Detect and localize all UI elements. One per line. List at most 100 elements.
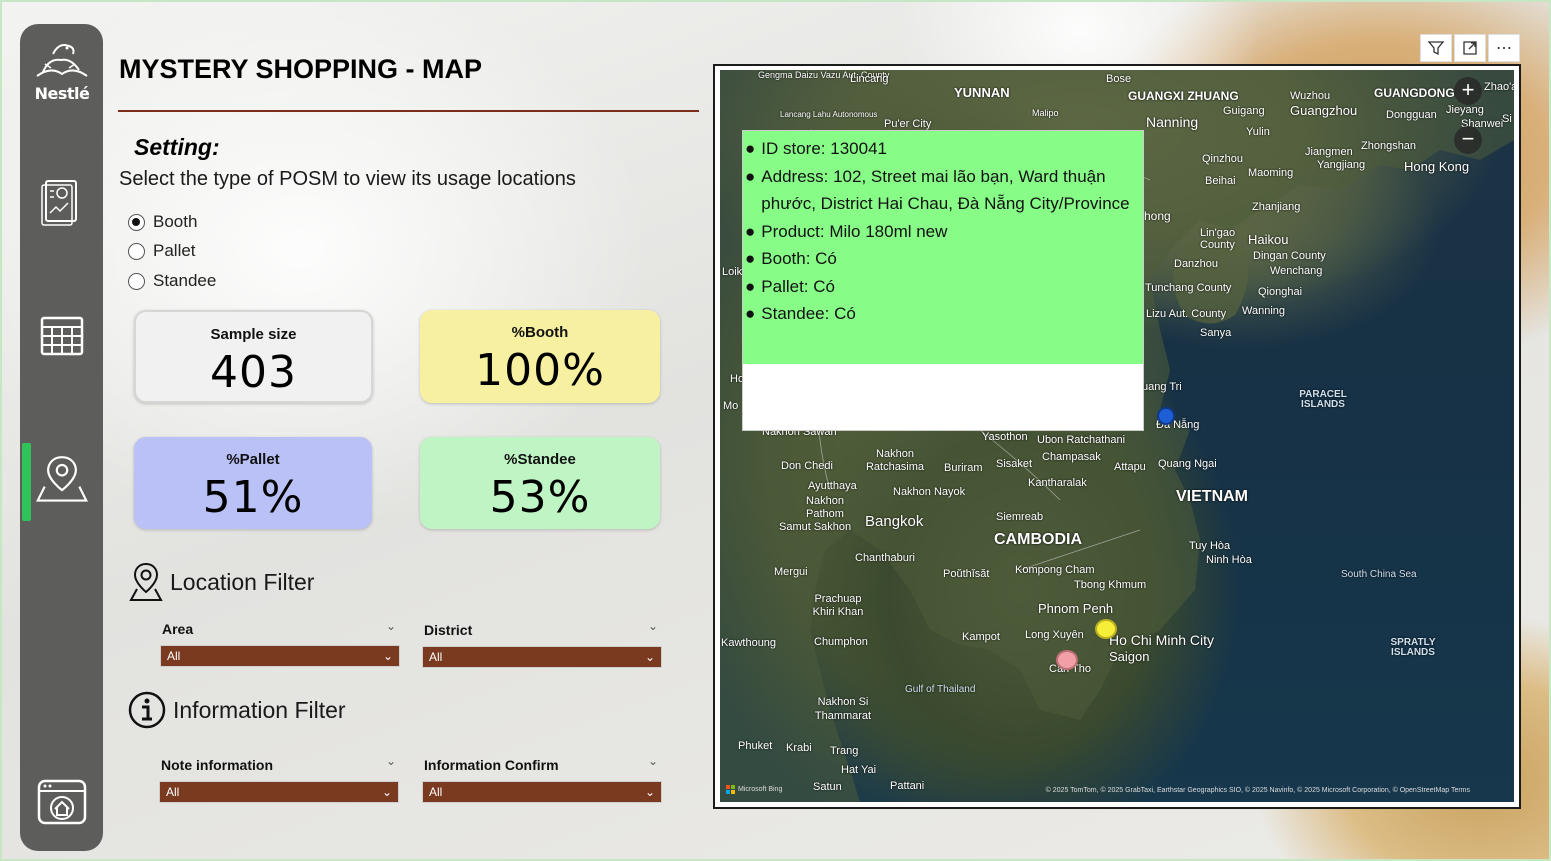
store-pin-hcm[interactable] xyxy=(1095,619,1117,639)
nav-active-indicator xyxy=(22,443,31,521)
radio-option-pallet[interactable]: Pallet xyxy=(128,241,196,261)
radio-option-booth[interactable]: Booth xyxy=(128,212,197,232)
map-label-lancang: Lancang Lahu Autonomous xyxy=(780,110,878,119)
tooltip-address: Address: 102, Street mai lão bạn, Ward t… xyxy=(761,166,1130,214)
map-label-southchinasea: South China Sea xyxy=(1341,569,1417,580)
kpi-label: %Booth xyxy=(511,324,569,341)
chevron-down-icon[interactable]: ⌄ xyxy=(648,619,658,633)
tooltip-booth: Booth: Có xyxy=(761,249,837,268)
area-dropdown[interactable]: All ⌄ xyxy=(160,645,400,667)
map-label-lingao: Lin'gao County xyxy=(1200,227,1236,251)
nav-table[interactable] xyxy=(36,310,88,362)
kpi-label: %Standee xyxy=(504,451,576,468)
map-label-kantharalak: Kantharalak xyxy=(1028,477,1087,489)
map-label-kompongcham: Kompong Cham xyxy=(1015,564,1095,576)
map-label-yulin: Yulin xyxy=(1246,126,1270,138)
map-label-buriram: Buriram xyxy=(944,462,983,474)
radio-label: Pallet xyxy=(153,241,196,260)
map-label-beihai: Beihai xyxy=(1205,175,1236,187)
map-label-guangdong: GUANGDONG xyxy=(1374,86,1455,100)
radio-button[interactable] xyxy=(128,272,145,290)
map-label-maoming: Maoming xyxy=(1248,167,1294,179)
map-label-ubon: Ubon Ratchathani xyxy=(1037,434,1126,446)
more-options-icon[interactable]: ⋯ xyxy=(1488,34,1520,62)
information-filter-title: Information Filter xyxy=(173,696,346,723)
tooltip-line: ● ID store: 130041 xyxy=(745,135,1141,163)
nav-report[interactable] xyxy=(36,176,88,228)
map-label-mergui: Mergui xyxy=(774,566,808,578)
map-label-yasothon: Yasothon xyxy=(982,431,1028,443)
bing-logo: Microsoft Bing xyxy=(726,785,782,794)
radio-option-standee[interactable]: Standee xyxy=(128,271,216,291)
kpi-card-standee: %Standee 53% xyxy=(420,437,660,529)
tooltip-content: ● ID store: 130041 ● Address: 102, Street … xyxy=(743,131,1143,364)
sidebar: Nestlé xyxy=(20,24,103,851)
map-label-sisaket: Sisaket xyxy=(996,458,1033,470)
tooltip-line: ● Standee: Có xyxy=(745,300,1141,328)
map-label-satun: Satun xyxy=(813,781,842,793)
kpi-value: 51% xyxy=(202,472,304,523)
home-window-icon xyxy=(37,779,87,825)
kpi-label: Sample size xyxy=(210,326,297,343)
district-dropdown[interactable]: All ⌄ xyxy=(422,646,662,668)
map-label-prachuap: Prachuap Khiri Khan xyxy=(812,593,864,618)
map-label-puer: Pu'er City xyxy=(884,118,932,130)
map-label-zhao: Zhao'a xyxy=(1484,81,1514,93)
kpi-value: 53% xyxy=(489,472,591,523)
map-label-jieyang: Jieyang xyxy=(1446,104,1484,116)
nestle-logo[interactable]: Nestlé xyxy=(28,36,96,118)
setting-description: Select the type of POSM to view its usag… xyxy=(119,168,576,190)
chevron-down-icon: ⌄ xyxy=(644,785,655,799)
nav-home[interactable] xyxy=(36,776,88,828)
zoom-in-button[interactable]: + xyxy=(1454,77,1482,105)
note-information-value: All xyxy=(166,785,180,799)
chevron-down-icon[interactable]: ⌄ xyxy=(386,754,396,768)
store-pin-cantho[interactable] xyxy=(1056,650,1078,670)
map-label-lincang: Lincang xyxy=(850,73,889,85)
chevron-down-icon[interactable]: ⌄ xyxy=(648,754,658,768)
radio-label: Standee xyxy=(153,271,217,290)
focus-mode-icon[interactable] xyxy=(1454,34,1486,62)
note-information-label: Note information xyxy=(161,757,273,773)
map-label-siemreab: Siemreab xyxy=(996,511,1044,523)
map-label-samut: Samut Sakhon xyxy=(779,521,852,533)
map-label-sanya: Sanya xyxy=(1200,327,1232,339)
map-label-longxuyen: Long Xuyên xyxy=(1025,629,1084,641)
map-label-ninhhoa: Ninh Hòa xyxy=(1206,554,1252,566)
map-label-danzhou: Danzhou xyxy=(1174,258,1219,270)
map-label-hong: hong xyxy=(1144,209,1171,223)
map-label-gulf: Gulf of Thailand xyxy=(905,684,976,695)
setting-label: Setting: xyxy=(134,134,220,160)
map-label-dingan: Dingan County xyxy=(1253,250,1326,262)
map-label-haikou: Haikou xyxy=(1248,232,1289,247)
map-label-vietnam: VIETNAM xyxy=(1176,488,1248,505)
chevron-down-icon: ⌄ xyxy=(381,785,392,799)
map-label-zhongshan: Zhongshan xyxy=(1361,140,1417,152)
kpi-value: 403 xyxy=(210,347,297,398)
filter-icon[interactable] xyxy=(1420,34,1452,62)
map-label-mo: Mo xyxy=(723,400,739,412)
map-attribution[interactable]: © 2025 TomTom, © 2025 GrabTaxi, Earthsta… xyxy=(1046,787,1470,794)
tooltip-line: ● Pallet: Có xyxy=(745,273,1141,301)
nav-map[interactable] xyxy=(36,452,88,504)
information-confirm-dropdown[interactable]: All ⌄ xyxy=(422,781,662,803)
map-label-attapu: Attapu xyxy=(1114,461,1146,473)
location-pin-icon xyxy=(129,562,163,601)
tooltip-line: ● Address: 102, Street mai lão bạn, Ward … xyxy=(745,163,1141,218)
map-label-lizu: Lizu Aut. County xyxy=(1146,308,1227,320)
radio-button[interactable] xyxy=(128,242,145,260)
area-label: Area xyxy=(162,621,194,637)
store-pin-danang[interactable] xyxy=(1157,407,1175,425)
map-label-bose: Bose xyxy=(1106,73,1132,85)
map-label-qionghai: Qionghai xyxy=(1258,286,1303,298)
map-label-yangjiang: Yangjiang xyxy=(1317,159,1366,171)
radio-button[interactable] xyxy=(128,213,145,231)
zoom-out-button[interactable]: − xyxy=(1454,126,1482,154)
chevron-down-icon[interactable]: ⌄ xyxy=(386,619,396,633)
map-label-wuzhou: Wuzhou xyxy=(1290,90,1331,102)
map-label-nakhon: Nakhon Ratchasima xyxy=(865,448,925,473)
note-information-dropdown[interactable]: All ⌄ xyxy=(159,781,399,803)
kpi-card-booth: %Booth 100% xyxy=(420,310,660,403)
tooltip-store-id: ID store: 130041 xyxy=(761,139,887,158)
map-label-nakhonpathom: Nakhon Pathom xyxy=(806,495,844,520)
